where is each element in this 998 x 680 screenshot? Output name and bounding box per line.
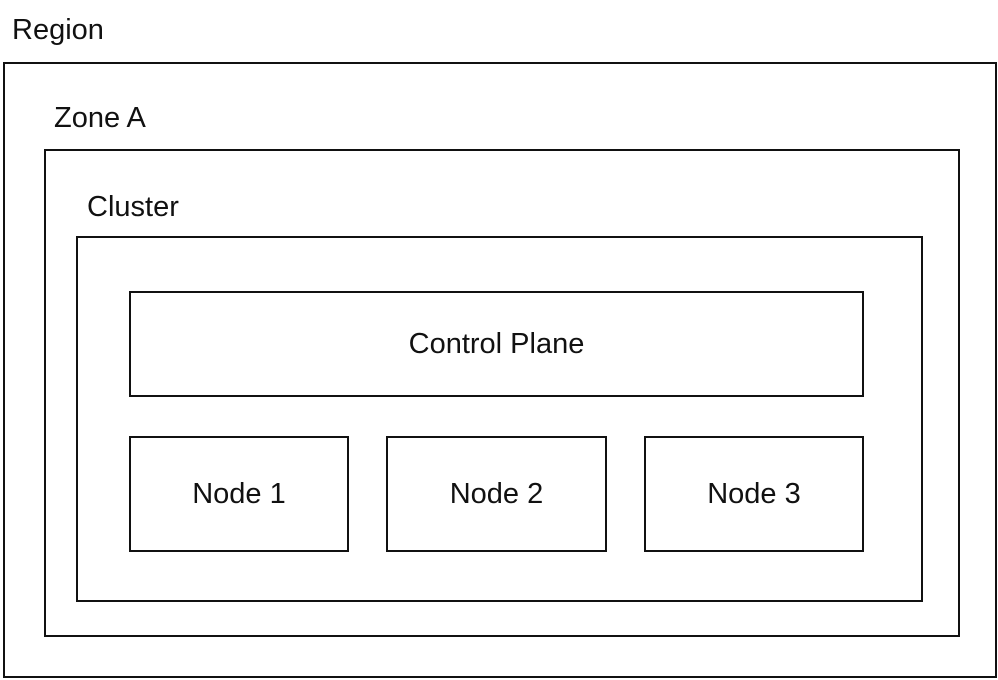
node-2-box: Node 2 xyxy=(386,436,607,552)
cluster-label: Cluster xyxy=(87,191,179,223)
control-plane-label: Control Plane xyxy=(408,327,585,360)
node-2-label: Node 2 xyxy=(449,477,544,510)
region-label: Region xyxy=(12,14,104,46)
node-3-box: Node 3 xyxy=(644,436,864,552)
node-1-label: Node 1 xyxy=(192,477,286,510)
zone-label: Zone A xyxy=(54,102,146,134)
node-3-label: Node 3 xyxy=(707,477,801,510)
control-plane-box: Control Plane xyxy=(129,291,864,397)
node-1-box: Node 1 xyxy=(129,436,349,552)
